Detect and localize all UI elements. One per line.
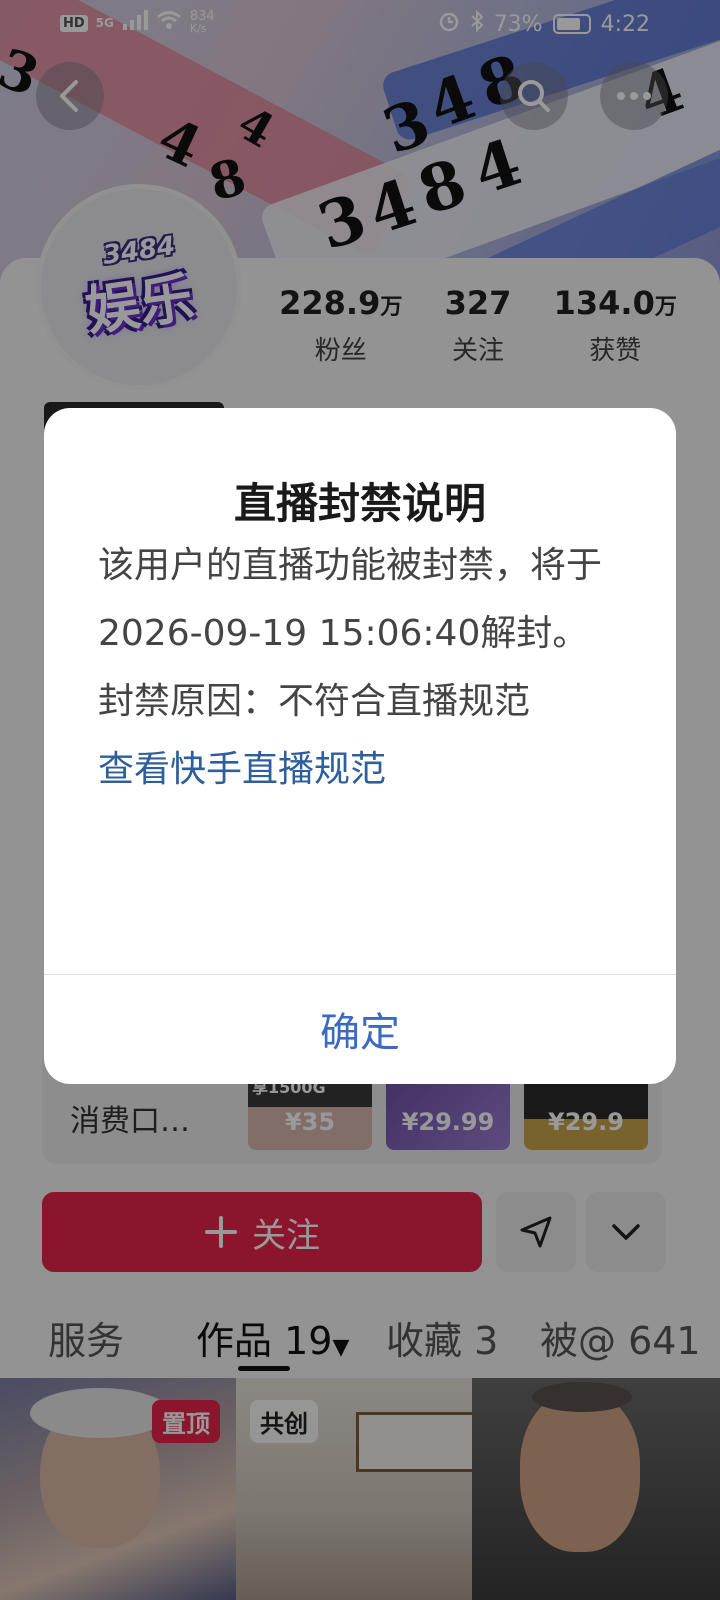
dialog-body: 该用户的直播功能被封禁，将于2026-09-19 15:06:40解封。 封禁原…: [98, 532, 628, 804]
ban-description: 该用户的直播功能被封禁，将于2026-09-19 15:06:40解封。: [98, 545, 603, 654]
confirm-button[interactable]: 确定: [44, 974, 676, 1084]
live-ban-dialog: 直播封禁说明 该用户的直播功能被封禁，将于2026-09-19 15:06:40…: [44, 408, 676, 1084]
live-rules-link[interactable]: 查看快手直播规范: [98, 736, 628, 804]
ban-reason: 封禁原因：不符合直播规范: [98, 681, 531, 722]
dialog-title: 直播封禁说明: [233, 479, 486, 528]
